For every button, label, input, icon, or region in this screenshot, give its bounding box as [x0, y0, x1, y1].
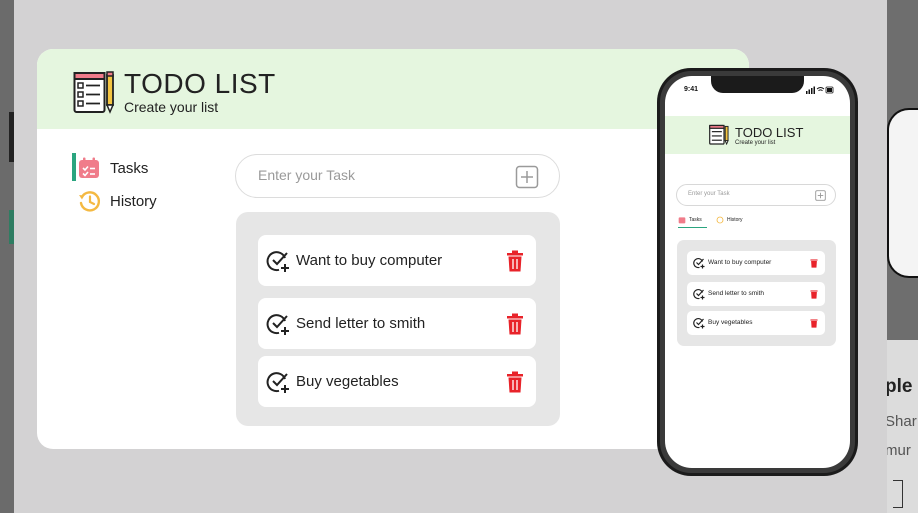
task-text: Want to buy computer [296, 252, 443, 269]
background-heading: ple [887, 376, 913, 397]
phone-tab-history[interactable]: History [716, 216, 743, 224]
list-item[interactable]: Send letter to smith [687, 282, 825, 306]
task-text: Send letter to smith [296, 315, 426, 332]
calendar-check-icon [79, 157, 99, 178]
background-phone-edge [887, 108, 918, 278]
calendar-check-icon [678, 217, 686, 224]
history-icon [79, 191, 101, 212]
active-tab-underline [678, 227, 707, 228]
task-input[interactable]: Enter your Task [235, 154, 560, 198]
check-add-icon[interactable] [266, 312, 290, 336]
phone-app-subtitle: Create your list [735, 140, 776, 146]
trash-icon[interactable] [810, 318, 818, 328]
check-add-icon[interactable] [693, 288, 705, 300]
task-text: Send letter to smith [708, 290, 764, 297]
phone-screen: 9:41 TODO LIST Create your list Enter yo… [665, 76, 850, 468]
background-text: Shar [887, 413, 917, 430]
check-add-icon[interactable] [693, 317, 705, 329]
sidebar-item-label: Tasks [110, 159, 149, 177]
list-item[interactable]: Buy vegetables [687, 311, 825, 335]
plus-square-icon[interactable] [515, 165, 539, 189]
trash-icon[interactable] [506, 250, 524, 272]
phone-task-list: Want to buy computer Send letter to smit… [677, 240, 836, 346]
background-element [9, 210, 14, 244]
todo-app-card: TODO LIST Create your list Tasks History… [37, 49, 749, 449]
active-indicator [72, 153, 76, 181]
app-title: TODO LIST [124, 68, 276, 99]
todo-list-logo-icon [709, 124, 729, 145]
phone-tab-tasks[interactable]: Tasks [678, 216, 707, 228]
phone-tab-label: History [727, 217, 743, 223]
background-button [893, 480, 903, 508]
list-item[interactable]: Want to buy computer [687, 251, 825, 275]
list-item[interactable]: Buy vegetables [258, 356, 536, 407]
phone-mockup: 9:41 TODO LIST Create your list Enter yo… [657, 68, 858, 476]
todo-list-logo-icon [73, 71, 115, 114]
sidebar-item-history[interactable]: History [77, 189, 157, 213]
task-text: Buy vegetables [708, 319, 753, 326]
check-add-icon[interactable] [266, 370, 290, 394]
trash-icon[interactable] [810, 289, 818, 299]
trash-icon[interactable] [506, 313, 524, 335]
background-text: mur [887, 442, 911, 459]
background-element [9, 112, 14, 162]
phone-task-input[interactable]: Enter your Task [676, 184, 836, 206]
app-header: TODO LIST Create your list [37, 49, 749, 129]
background-page-right: ple Shar mur [887, 0, 918, 513]
plus-square-icon[interactable] [815, 190, 826, 201]
check-add-icon[interactable] [266, 249, 290, 273]
phone-notch [711, 76, 804, 93]
phone-task-input-placeholder: Enter your Task [688, 191, 730, 197]
list-item[interactable]: Send letter to smith [258, 298, 536, 349]
task-input-placeholder: Enter your Task [258, 167, 356, 183]
history-icon [716, 216, 724, 224]
task-text: Want to buy computer [708, 259, 772, 266]
status-time: 9:41 [684, 86, 699, 93]
trash-icon[interactable] [810, 258, 818, 268]
app-subtitle: Create your list [124, 99, 219, 115]
task-text: Buy vegetables [296, 373, 399, 390]
list-item[interactable]: Want to buy computer [258, 235, 536, 286]
sidebar-item-label: History [110, 192, 157, 210]
task-list: Want to buy computer Send letter to smit… [236, 212, 560, 426]
status-icons [806, 86, 834, 94]
background-page-left [0, 0, 14, 513]
trash-icon[interactable] [506, 371, 524, 393]
phone-app-title: TODO LIST [735, 125, 804, 140]
phone-tab-label: Tasks [689, 217, 702, 223]
check-add-icon[interactable] [693, 257, 705, 269]
sidebar-item-tasks[interactable]: Tasks [72, 153, 149, 181]
